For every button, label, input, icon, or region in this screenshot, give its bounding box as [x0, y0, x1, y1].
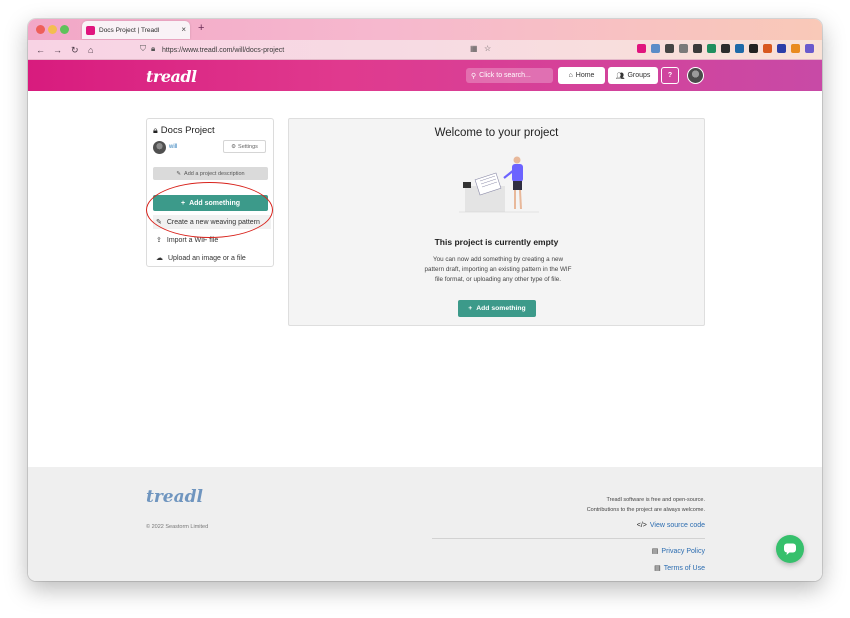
footer-logo: treadl	[146, 487, 203, 507]
settings-label: Settings	[238, 143, 258, 150]
settings-button[interactable]: ⚙ Settings	[223, 140, 266, 153]
contributions-text: Contributions to the project are always …	[586, 507, 705, 513]
pencil-icon: ✎	[176, 170, 182, 177]
extension-icon[interactable]	[637, 44, 646, 53]
maximize-window-button[interactable]	[60, 25, 69, 34]
plus-icon: +	[180, 199, 186, 207]
new-tab-button[interactable]: +	[198, 23, 204, 34]
free-software-text: Treadl software is free and open-source.	[606, 497, 705, 503]
project-title: 🔒︎ Docs Project	[153, 125, 215, 136]
extension-icon[interactable]	[679, 44, 688, 53]
tab-title: Docs Project | Treadl	[99, 26, 160, 34]
pencil-icon: ✎	[156, 219, 162, 226]
treadl-logo[interactable]: treadl	[146, 67, 197, 86]
add-something-label: Add something	[476, 305, 526, 312]
home-label: Home	[575, 72, 595, 79]
app-header: treadl ⚲ Click to search... ⌂ Home 👥︎ Gr…	[28, 60, 822, 91]
copyright-text: © 2022 Seastorm Limited	[146, 524, 209, 530]
extension-icon[interactable]	[721, 44, 730, 53]
terms-of-use-link[interactable]: ▤ Terms of Use	[654, 564, 705, 573]
extension-icon[interactable]	[763, 44, 772, 53]
url-bar[interactable]: ⛉ 🔒︎ https://www.treadl.com/will/docs-pr…	[136, 42, 500, 58]
view-source-label: View source code	[649, 522, 705, 529]
extension-icon[interactable]	[735, 44, 744, 53]
view-source-link[interactable]: </> View source code	[637, 522, 705, 529]
search-icon: ⚲	[471, 72, 477, 80]
home-button[interactable]: ⌂ Home	[558, 67, 605, 84]
extension-icon[interactable]	[777, 44, 786, 53]
gear-icon: ⚙	[231, 143, 237, 150]
reload-icon[interactable]: ↻	[71, 44, 79, 56]
groups-label: Groups	[627, 72, 651, 79]
shield-icon[interactable]: ⛉	[140, 44, 146, 54]
user-avatar[interactable]	[153, 141, 166, 154]
browser-window: Docs Project | Treadl × + ← → ↻ ⌂ ⛉ 🔒︎ h…	[28, 19, 822, 581]
menu-item-label: Import a WIF file	[166, 236, 219, 244]
bookmark-star-icon[interactable]: ☆	[484, 44, 491, 53]
url-text[interactable]: https://www.treadl.com/will/docs-project	[162, 47, 284, 54]
minimize-window-button[interactable]	[48, 25, 57, 34]
extension-icon[interactable]	[791, 44, 800, 53]
extension-icon[interactable]	[805, 44, 814, 53]
add-something-button[interactable]: + Add something	[153, 195, 268, 211]
add-something-button[interactable]: + Add something	[458, 300, 536, 317]
cloud-upload-icon: ☁	[156, 255, 163, 262]
code-icon: </>	[636, 522, 647, 529]
add-description-button[interactable]: ✎ Add a project description	[153, 167, 268, 180]
empty-description: You can now add something by creating a …	[424, 256, 572, 283]
extension-icon[interactable]	[707, 44, 716, 53]
main-content: 🔒︎ Docs Project will ⚙ Settings ✎ Add a …	[28, 91, 822, 467]
extension-icon[interactable]	[651, 44, 660, 53]
search-input[interactable]: ⚲ Click to search...	[466, 68, 553, 83]
close-window-button[interactable]	[36, 25, 45, 34]
add-description-label: Add a project description	[184, 170, 245, 177]
upload-icon: ⇪	[156, 237, 162, 244]
home-icon[interactable]: ⌂	[88, 44, 93, 56]
menu-item-label: Upload an image or a file	[168, 254, 246, 262]
footer-divider	[432, 538, 705, 539]
plus-icon: +	[468, 305, 473, 312]
privacy-policy-label: Privacy Policy	[661, 547, 705, 555]
extension-icon[interactable]	[665, 44, 674, 53]
document-icon: ▤	[651, 548, 659, 555]
treadl-favicon-icon	[86, 25, 95, 35]
groups-button[interactable]: 👥︎ Groups	[608, 67, 658, 84]
tab-strip: Docs Project | Treadl × +	[28, 19, 822, 40]
chat-bubble-icon	[784, 543, 796, 555]
page-footer: treadl © 2022 Seastorm Limited Treadl so…	[28, 467, 822, 581]
empty-title: This project is currently empty	[434, 237, 559, 247]
user-link[interactable]: will	[169, 144, 177, 150]
extension-icons	[637, 44, 814, 53]
chat-button[interactable]	[776, 535, 804, 563]
welcome-panel: Welcome to your project This project is …	[288, 118, 705, 326]
menu-item-upload-file[interactable]: ☁ Upload an image or a file	[153, 251, 271, 265]
document-icon: ▤	[654, 565, 661, 572]
browser-toolbar: ← → ↻ ⌂ ⛉ 🔒︎ https://www.treadl.com/will…	[28, 40, 822, 60]
menu-item-create-pattern[interactable]: ✎ Create a new weaving pattern	[153, 215, 271, 229]
menu-item-import-wif[interactable]: ⇪ Import a WIF file	[153, 233, 271, 247]
users-icon: 👥︎	[615, 72, 625, 80]
help-button[interactable]: ?	[661, 67, 679, 84]
terms-of-use-label: Terms of Use	[663, 564, 705, 572]
qr-icon[interactable]: ▦	[470, 44, 478, 53]
back-arrow-icon[interactable]: ←	[36, 44, 45, 56]
add-something-label: Add something	[189, 199, 241, 207]
empty-project-illustration	[459, 156, 539, 213]
avatar[interactable]	[687, 67, 704, 84]
tab-close-icon[interactable]: ×	[181, 26, 186, 34]
forward-arrow-icon[interactable]: →	[53, 44, 62, 56]
search-placeholder: Click to search...	[479, 72, 531, 79]
privacy-policy-link[interactable]: ▤ Privacy Policy	[651, 547, 705, 556]
extension-icon[interactable]	[693, 44, 702, 53]
project-sidebar: 🔒︎ Docs Project will ⚙ Settings ✎ Add a …	[146, 118, 274, 267]
project-title-text: Docs Project	[160, 125, 215, 136]
panel-title: Welcome to your project	[434, 127, 559, 139]
home-icon: ⌂	[568, 72, 573, 79]
menu-item-label: Create a new weaving pattern	[166, 218, 260, 226]
lock-icon: 🔒︎	[153, 125, 158, 135]
extension-icon[interactable]	[749, 44, 758, 53]
browser-tab[interactable]: Docs Project | Treadl ×	[82, 21, 190, 39]
lock-icon[interactable]: 🔒︎	[151, 44, 155, 54]
